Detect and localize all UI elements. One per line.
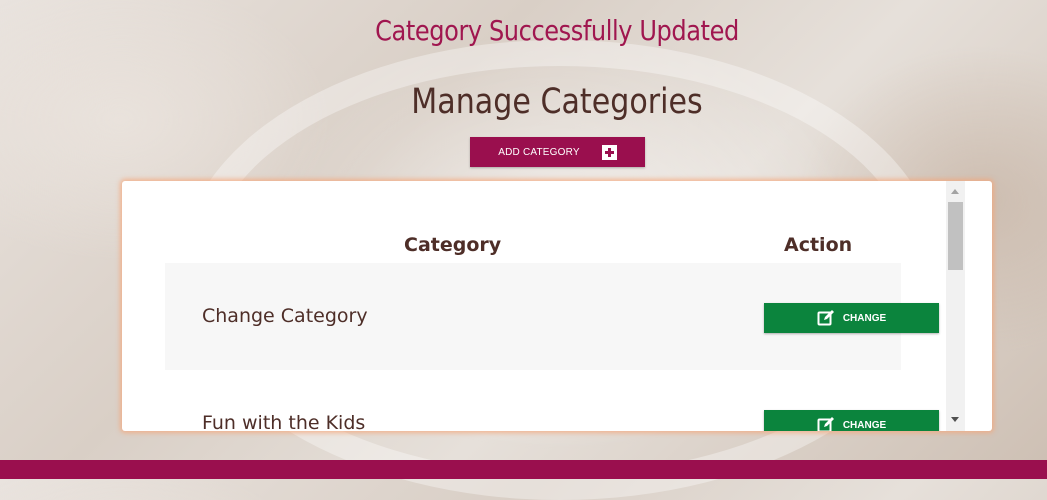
edit-icon: [817, 417, 834, 431]
plus-square-icon: [601, 144, 617, 160]
category-column-header: Category: [404, 234, 502, 256]
category-name: Fun with the Kids: [202, 412, 366, 431]
change-button-label: CHANGE: [842, 312, 887, 324]
change-category-button[interactable]: CHANGE: [764, 303, 939, 333]
scroll-up-arrow-icon[interactable]: [951, 189, 959, 194]
add-category-label: ADD CATEGORY: [498, 146, 580, 158]
change-button-label: CHANGE: [842, 419, 887, 431]
add-category-button[interactable]: ADD CATEGORY: [470, 137, 645, 167]
category-name: Change Category: [202, 305, 368, 327]
scroll-thumb[interactable]: [948, 202, 963, 270]
change-category-button[interactable]: CHANGE: [764, 410, 939, 431]
action-column-header: Action: [784, 234, 853, 256]
footer-bar: [0, 460, 1047, 479]
table-row: Fun with the Kids CHANGE: [165, 370, 939, 431]
page-title: Manage Categories: [411, 82, 703, 122]
edit-icon: [817, 310, 834, 326]
success-message: Category Successfully Updated: [375, 14, 739, 47]
vertical-scrollbar[interactable]: [946, 181, 965, 431]
table-row: Change Category CHANGE: [165, 263, 939, 370]
scroll-down-arrow-icon[interactable]: [951, 417, 959, 422]
categories-panel[interactable]: Category Action Change Category CHANGE F…: [122, 181, 992, 431]
